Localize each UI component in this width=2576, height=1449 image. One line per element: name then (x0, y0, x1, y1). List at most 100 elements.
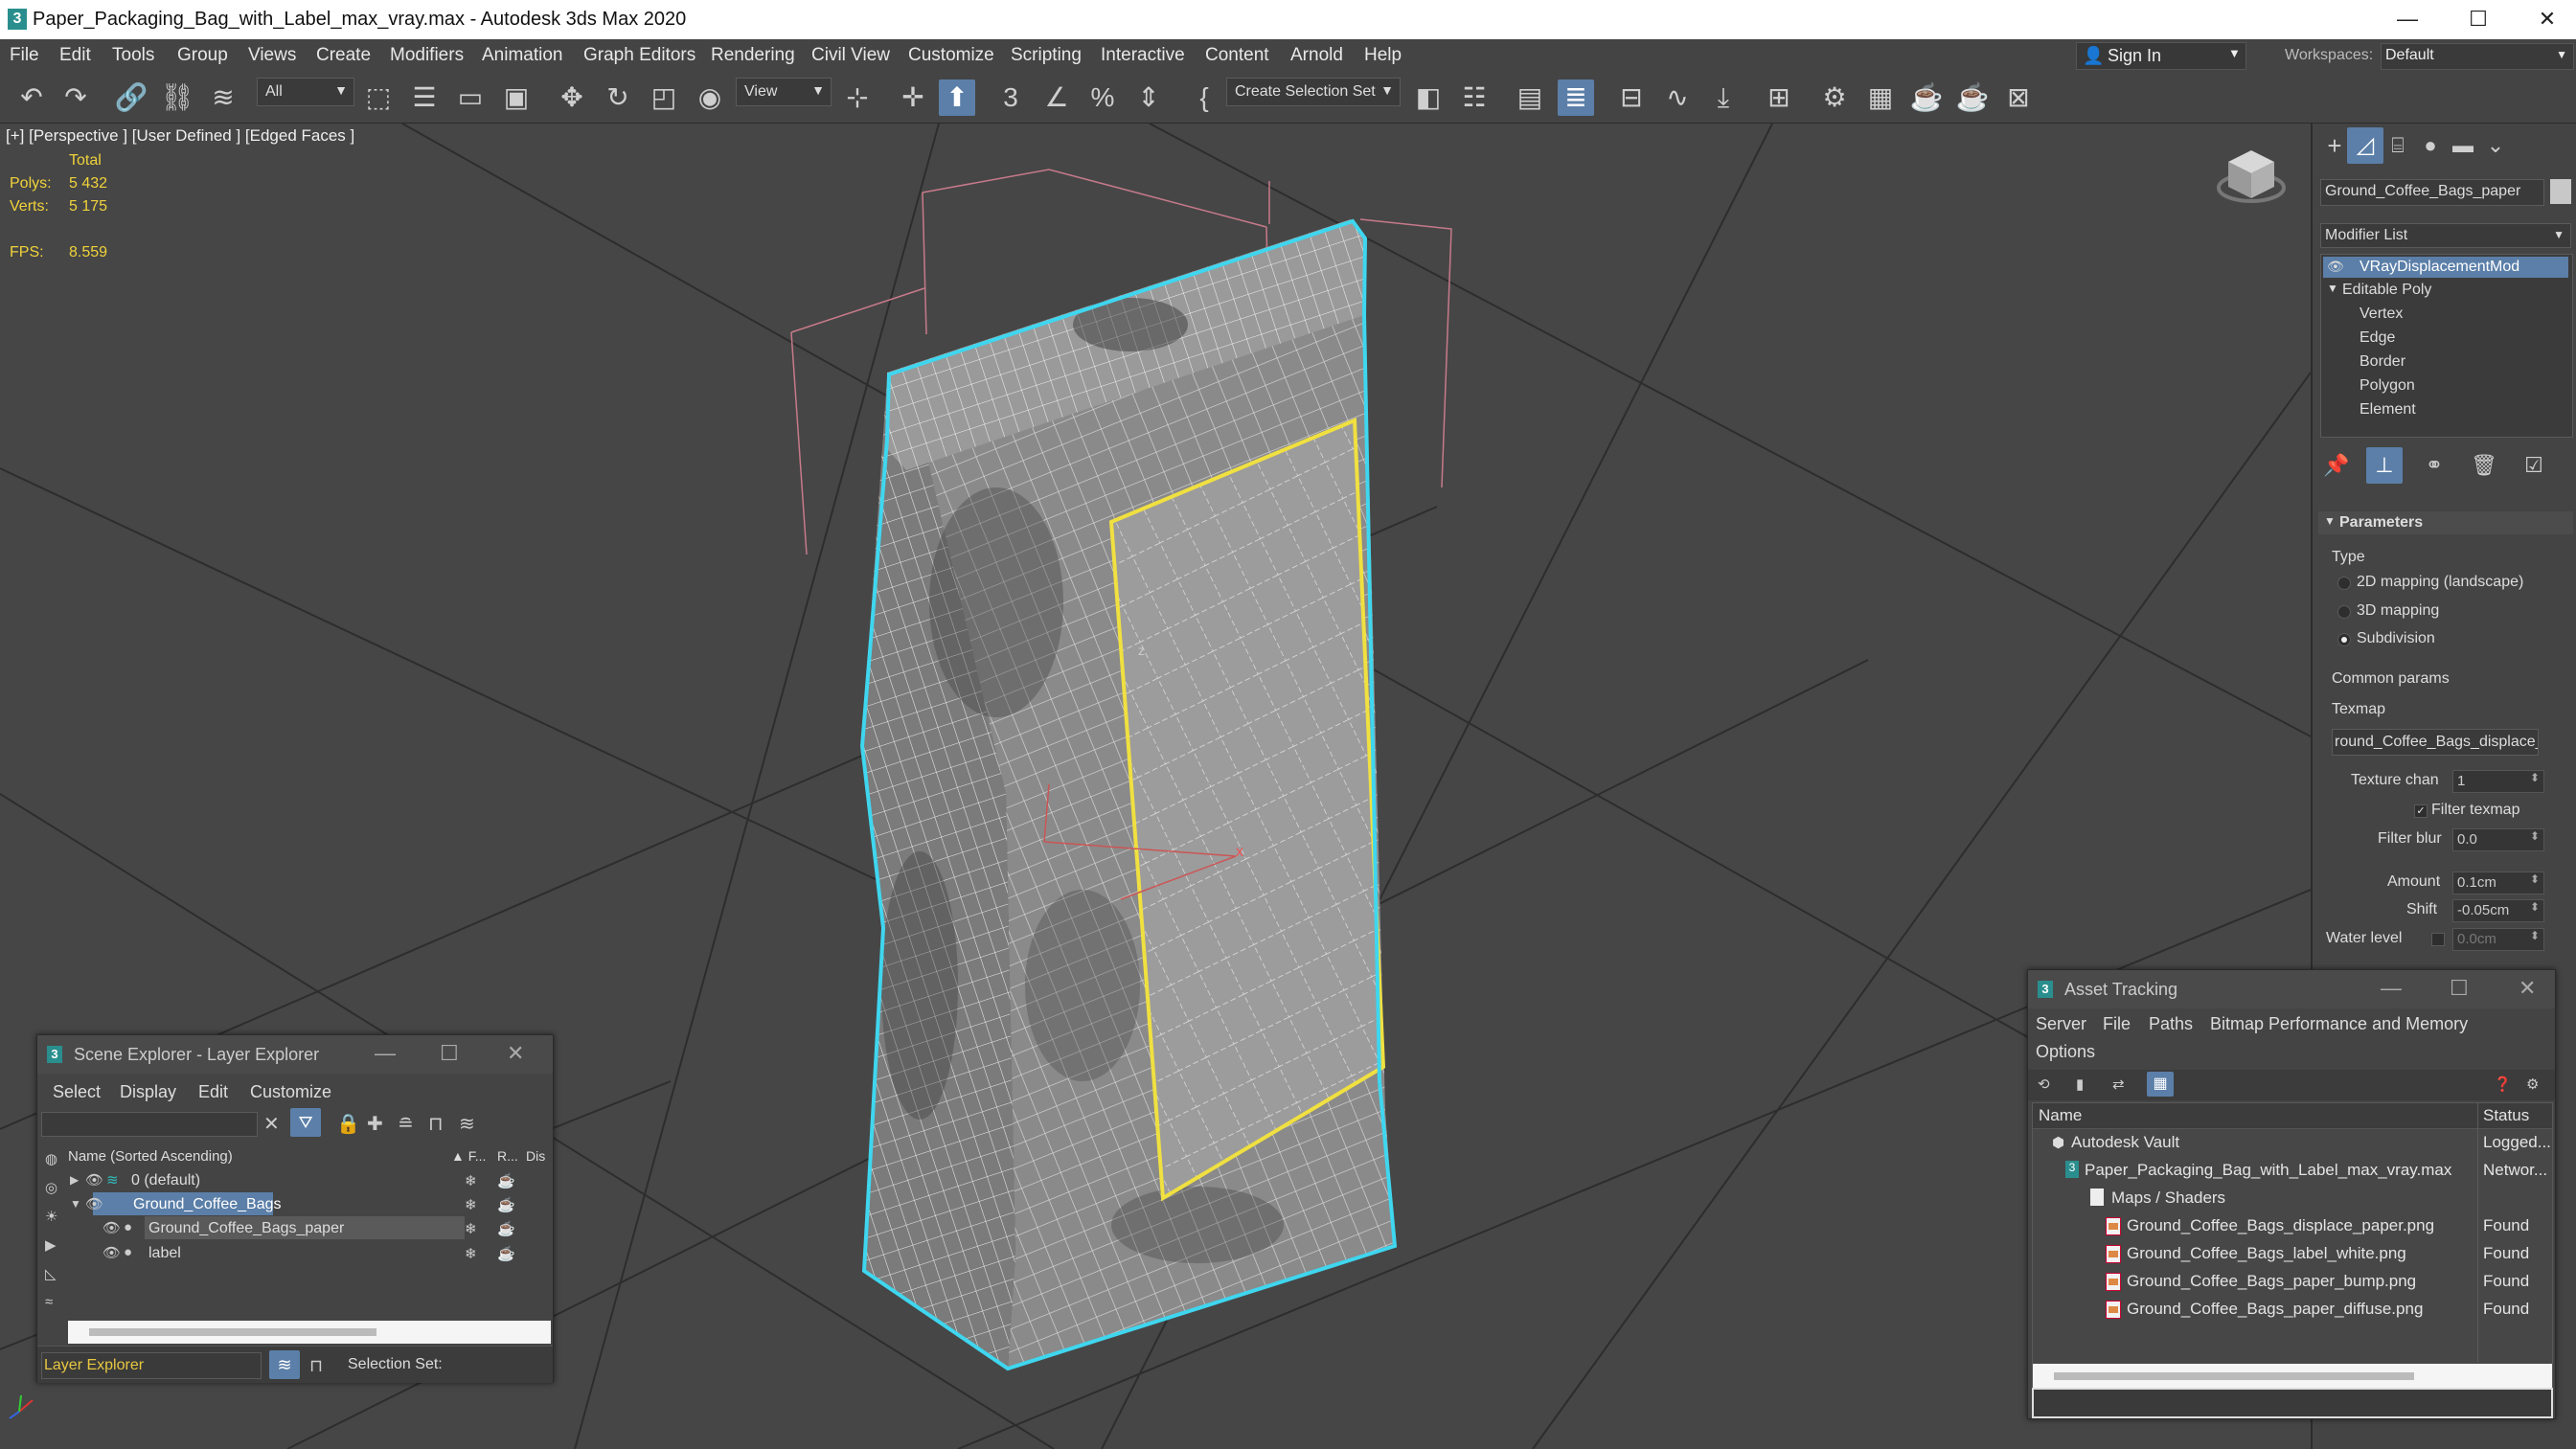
minimize-button[interactable]: — (2383, 4, 2431, 34)
asset-row-diffuse-png[interactable]: Ground_Coffee_Bags_paper_diffuse.png (2127, 1300, 2423, 1319)
menu-tools[interactable]: Tools (112, 45, 154, 66)
layer-row-ground-coffee-bags[interactable]: Ground_Coffee_Bags (133, 1196, 281, 1213)
help-icon[interactable]: ❓ (2494, 1075, 2512, 1093)
scale-icon[interactable]: ◰ (646, 79, 682, 116)
angle-snap-icon[interactable]: ∠ (1038, 79, 1075, 116)
menu-modifiers[interactable]: Modifiers (390, 45, 464, 66)
menu-group[interactable]: Group (177, 45, 228, 66)
close-button[interactable]: ✕ (507, 1041, 524, 1066)
eye-icon[interactable]: 👁 (103, 1244, 121, 1261)
collapse-arrow-icon[interactable]: ▼ (2327, 282, 2338, 295)
selection-filter-dropdown[interactable]: All ▼ (257, 78, 354, 106)
asset-row-max-file[interactable]: Paper_Packaging_Bag_with_Label_max_vray.… (2085, 1161, 2451, 1180)
filter-blur-spinner[interactable]: 0.0 ⬍ (2452, 828, 2544, 851)
motion-tab-icon[interactable]: ● (2412, 127, 2449, 164)
stack-item-element[interactable]: Element (2359, 401, 2416, 419)
place-icon[interactable]: ◉ (692, 79, 728, 116)
sign-in-dropdown[interactable]: 👤 Sign In ▼ (2076, 42, 2246, 70)
at-menu-paths[interactable]: Paths (2149, 1014, 2193, 1034)
modify-tab-icon[interactable]: ◿ (2347, 127, 2383, 164)
freeze-icon[interactable]: ❄ (465, 1196, 477, 1213)
at-menu-options[interactable]: Options (2036, 1042, 2095, 1062)
shift-spinner[interactable]: -0.05cm ⬍ (2452, 899, 2544, 922)
se-menu-display[interactable]: Display (120, 1082, 176, 1102)
viewcube[interactable] (2217, 150, 2286, 203)
asset-row-maps-shaders[interactable]: Maps / Shaders (2111, 1189, 2225, 1208)
object-row-label[interactable]: label (148, 1245, 181, 1262)
display-lights-icon[interactable]: ☀ (45, 1208, 57, 1225)
menu-file[interactable]: File (10, 45, 39, 66)
stack-item-polygon[interactable]: Polygon (2359, 377, 2415, 395)
mirror-icon[interactable]: ◧ (1410, 79, 1447, 116)
asset-row-vault[interactable]: Autodesk Vault (2071, 1133, 2179, 1152)
close-button[interactable]: ✕ (2523, 4, 2571, 34)
stack-item-vertex[interactable]: Vertex (2359, 306, 2403, 323)
minimize-button[interactable]: — (375, 1041, 396, 1066)
rectangular-selection-icon[interactable]: ▭ (452, 79, 489, 116)
minimize-button[interactable]: — (2381, 976, 2402, 1001)
pin-stack-icon[interactable]: 📌 (2318, 447, 2355, 484)
display-geometry-icon[interactable]: ◎ (45, 1179, 57, 1196)
stack-item-border[interactable]: Border (2359, 353, 2405, 371)
stack-item-edge[interactable]: Edge (2359, 329, 2395, 347)
menu-graph-editors[interactable]: Graph Editors (583, 45, 695, 66)
menu-edit[interactable]: Edit (59, 45, 91, 66)
se-menu-edit[interactable]: Edit (198, 1082, 228, 1102)
at-horizontal-scrollbar[interactable] (2033, 1364, 2552, 1389)
se-column-frozen[interactable]: ▲ F... (451, 1148, 486, 1164)
stack-item-vraydisplacementmod[interactable]: VRayDisplacementMod (2359, 259, 2519, 276)
se-column-render[interactable]: R... (497, 1148, 518, 1164)
remove-modifier-icon[interactable]: 🗑 (2466, 447, 2502, 484)
render-icon[interactable]: ☕ (497, 1172, 515, 1189)
type-option-2d[interactable]: 2D mapping (landscape) (2357, 574, 2523, 591)
show-end-result-icon[interactable]: ⊥ (2366, 447, 2403, 484)
radio-subdivision[interactable] (2337, 633, 2351, 646)
display-spacewarps-icon[interactable]: ≈ (45, 1294, 53, 1310)
water-level-spinner[interactable]: 0.0cm ⬍ (2452, 928, 2544, 951)
list-view-icon[interactable]: ▮ (2076, 1075, 2084, 1093)
stack-item-editable-poly[interactable]: Editable Poly (2342, 282, 2431, 299)
menu-content[interactable]: Content (1205, 45, 1269, 66)
layer-explorer-toggle-icon[interactable]: ≋ (269, 1350, 300, 1379)
eye-icon[interactable]: 👁 (85, 1171, 103, 1189)
explorer-type-dropdown[interactable]: Layer Explorer (41, 1352, 262, 1379)
make-current-layer-icon[interactable]: ⊓ (428, 1112, 444, 1136)
maximize-button[interactable]: ☐ (440, 1041, 459, 1066)
layers-icon[interactable]: ≋ (459, 1112, 475, 1136)
display-helpers-icon[interactable]: ◺ (45, 1265, 57, 1282)
render-production-icon[interactable]: ☕ (1954, 79, 1991, 116)
display-tab-icon[interactable]: ▬ (2445, 127, 2481, 164)
configure-modifier-sets-icon[interactable]: ☑ (2516, 447, 2552, 484)
se-menu-select[interactable]: Select (53, 1082, 101, 1102)
spinner-snap-icon[interactable]: ⇕ (1130, 79, 1167, 116)
render-icon[interactable]: ☕ (497, 1196, 515, 1213)
curve-editor-icon[interactable]: ∿ (1659, 79, 1696, 116)
freeze-icon[interactable]: ❄ (465, 1245, 477, 1262)
eye-icon[interactable]: 👁 (103, 1219, 121, 1236)
move-icon[interactable]: ✥ (554, 79, 590, 116)
filter-icon[interactable]: ⛛ (290, 1108, 321, 1137)
utilities-tab-icon[interactable]: ⌄ (2477, 127, 2514, 164)
freeze-icon[interactable]: ❄ (465, 1172, 477, 1189)
schematic-view-icon[interactable]: ⊞ (1761, 79, 1797, 116)
amount-spinner[interactable]: 0.1cm ⬍ (2452, 872, 2544, 894)
ribbon-toggle-icon[interactable]: ⊟ (1613, 79, 1650, 116)
hierarchy-tab-icon[interactable]: ⌸ (2380, 127, 2416, 164)
unlink-icon[interactable]: ⛓ (159, 79, 195, 116)
radio-2d-mapping[interactable] (2337, 577, 2351, 590)
at-menu-bitmap-performance[interactable]: Bitmap Performance and Memory (2210, 1014, 2468, 1034)
filter-texmap-checkbox[interactable]: ✓ (2414, 804, 2428, 818)
menu-rendering[interactable]: Rendering (711, 45, 795, 66)
scrollbar-thumb[interactable] (2054, 1372, 2414, 1380)
collapse-arrow-icon[interactable]: ▼ (70, 1197, 81, 1211)
rotate-icon[interactable]: ↻ (600, 79, 636, 116)
se-column-name[interactable]: Name (Sorted Ascending) (68, 1148, 233, 1165)
named-selection-set-dropdown[interactable]: Create Selection Set ▼ (1226, 78, 1401, 106)
se-column-display[interactable]: Dis (526, 1148, 545, 1164)
at-column-status[interactable]: Status (2483, 1106, 2529, 1125)
reference-coordinate-dropdown[interactable]: View ▼ (736, 78, 832, 106)
keyboard-shortcut-override-icon[interactable]: ⬆ (939, 79, 975, 116)
menu-arnold[interactable]: Arnold (1290, 45, 1343, 66)
rendered-frame-window-icon[interactable]: ☕ (1908, 79, 1945, 116)
at-menu-file[interactable]: File (2103, 1014, 2131, 1034)
